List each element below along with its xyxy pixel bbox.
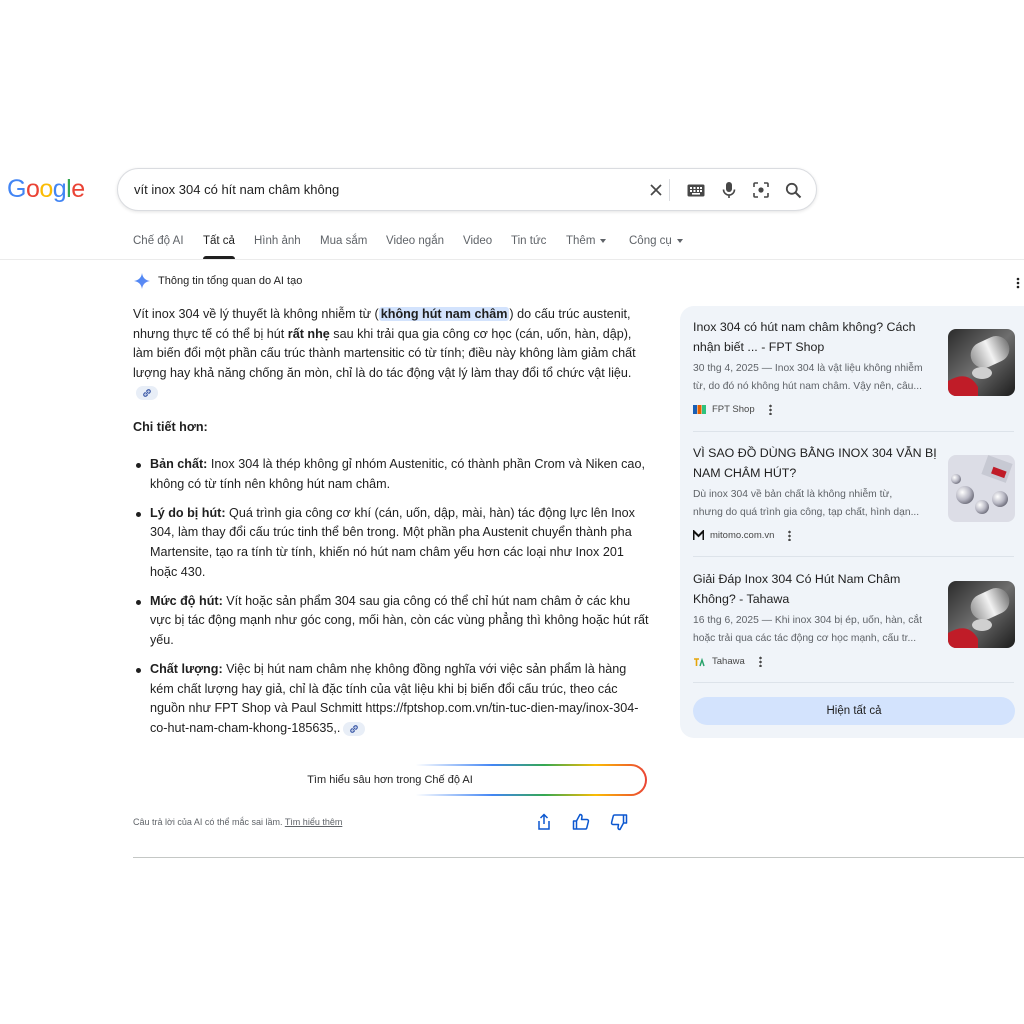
list-item: Mức độ hút: Vít hoặc sản phẩm 304 sau gi… [133, 592, 653, 651]
search-divider [669, 179, 670, 201]
source-site: mitomo.com.vn [693, 530, 792, 541]
bullet-text: Vít hoặc sản phẩm 304 sau gia công có th… [150, 593, 649, 647]
answer-highlight: không hút nam châm [378, 307, 510, 321]
section-divider [133, 857, 1024, 858]
chevron-down-icon [600, 238, 607, 243]
logo-letter: o [39, 175, 53, 203]
source-divider [693, 556, 1014, 557]
source-title[interactable]: Inox 304 có hút nam châm không? Cách nhậ… [693, 318, 938, 357]
tab-short-videos[interactable]: Video ngắn [386, 235, 444, 247]
source-thumbnail[interactable] [948, 581, 1015, 648]
source-site-name: Tahawa [712, 656, 745, 667]
source-divider [693, 682, 1014, 683]
more-options-icon[interactable] [788, 530, 792, 541]
bullet-text: Việc bị hút nam châm nhẹ không đồng nghĩ… [150, 662, 639, 735]
clear-icon[interactable] [646, 180, 666, 200]
search-box[interactable]: vít inox 304 có hít nam châm không [117, 168, 817, 211]
details-heading: Chi tiết hơn: [133, 420, 208, 434]
source-title[interactable]: Giải Đáp Inox 304 Có Hút Nam Châm Không?… [693, 570, 938, 609]
details-list: Bản chất: Inox 304 là thép không gỉ nhóm… [133, 455, 653, 748]
source-site: Tahawa [693, 656, 762, 667]
source-snippet: hoặc trải qua các tác động cơ học mạnh, … [693, 633, 917, 644]
source-snippet: Dù inox 304 về bản chất là không nhiễm t… [693, 489, 893, 500]
microphone-icon[interactable] [719, 180, 739, 200]
logo-letter: G [7, 175, 26, 203]
source-snippet: 30 thg 4, 2025 — Inox 304 là vật liệu kh… [693, 363, 923, 374]
logo-letter: o [25, 175, 40, 203]
fpt-favicon-icon [693, 405, 706, 414]
bullet-label: Mức độ hút: [150, 593, 223, 608]
source-site-name: FPT Shop [712, 404, 755, 415]
source-link-icon[interactable] [136, 386, 158, 401]
source-thumbnail[interactable] [948, 455, 1015, 522]
tab-tools[interactable]: Công cụ [629, 235, 683, 247]
google-logo[interactable]: Google [7, 175, 85, 204]
ai-mode-deep-dive-button[interactable]: Tìm hiểu sâu hơn trong Chế độ AI [133, 764, 647, 796]
ai-overview-title: Thông tin tổng quan do AI tạo [158, 275, 303, 287]
tab-all[interactable]: Tất cả [203, 235, 235, 247]
gemini-sparkle-icon [134, 273, 150, 289]
answer-text: Vít inox 304 về lý thuyết là không nhiễm… [133, 307, 379, 321]
show-all-button[interactable]: Hiện tất cả [693, 697, 1015, 725]
disclaimer-text: Câu trả lời của AI có thể mắc sai lầm. [133, 817, 285, 827]
source-title[interactable]: VÌ SAO ĐỒ DÙNG BẰNG INOX 304 VẪN BỊ NAM … [693, 444, 938, 483]
search-icon[interactable] [783, 180, 803, 200]
more-options-icon[interactable] [768, 404, 772, 415]
logo-letter: e [71, 175, 85, 203]
tab-news[interactable]: Tin tức [511, 235, 546, 247]
bullet-label: Bản chất: [150, 457, 208, 471]
tab-ai-mode[interactable]: Chế độ AI [133, 235, 184, 247]
thumbs-up-icon[interactable] [572, 813, 590, 831]
tab-videos[interactable]: Video [463, 235, 492, 247]
tahawa-favicon-icon [694, 657, 705, 666]
learn-more-link[interactable]: Tìm hiểu thêm [285, 817, 343, 827]
tab-images[interactable]: Hình ảnh [254, 235, 301, 247]
mitomo-favicon-icon [693, 530, 704, 540]
list-item: Chất lượng: Việc bị hút nam châm nhẹ khô… [133, 660, 653, 738]
tab-tools-label: Công cụ [629, 235, 672, 247]
chevron-down-icon [676, 238, 683, 243]
source-site: FPT Shop [693, 404, 772, 415]
source-site-name: mitomo.com.vn [710, 530, 775, 541]
ai-answer-intro: Vít inox 304 về lý thuyết là không nhiễm… [133, 305, 653, 403]
list-item: Bản chất: Inox 304 là thép không gỉ nhóm… [133, 455, 653, 494]
source-snippet: 16 thg 6, 2025 — Khi inox 304 bị ép, uốn… [693, 615, 922, 626]
search-input[interactable]: vít inox 304 có hít nam châm không [134, 182, 339, 197]
keyboard-icon[interactable] [686, 180, 706, 200]
ai-disclaimer: Câu trả lời của AI có thể mắc sai lầm. T… [133, 817, 342, 827]
share-icon[interactable] [536, 813, 554, 831]
tab-more[interactable]: Thêm [566, 235, 607, 247]
lens-icon[interactable] [751, 180, 771, 200]
more-options-icon[interactable] [758, 656, 762, 667]
sources-panel: Inox 304 có hút nam châm không? Cách nhậ… [680, 306, 1024, 738]
source-divider [693, 431, 1014, 432]
answer-bold: rất nhẹ [287, 326, 330, 341]
tab-shopping[interactable]: Mua sắm [320, 235, 367, 247]
list-item: Lý do bị hút: Quá trình gia công cơ khí … [133, 504, 653, 582]
bullet-label: Chất lượng: [150, 662, 223, 677]
source-thumbnail[interactable] [948, 329, 1015, 396]
more-options-icon[interactable] [1016, 276, 1020, 294]
bullet-label: Lý do bị hút: [150, 505, 226, 520]
source-snippet: từ, do đó nó không hút nam châm. Vậy nên… [693, 381, 922, 392]
logo-letter: g [52, 175, 67, 203]
source-link-icon[interactable] [343, 721, 366, 736]
bullet-text: Inox 304 là thép không gỉ nhóm Austeniti… [150, 457, 645, 491]
thumbs-down-icon[interactable] [610, 813, 628, 831]
header-divider [0, 259, 1024, 260]
tab-more-label: Thêm [566, 235, 596, 247]
source-snippet: nhưng do quá trình gia công, tạp chất, h… [693, 507, 920, 518]
ai-overview-header: Thông tin tổng quan do AI tạo [134, 273, 302, 289]
